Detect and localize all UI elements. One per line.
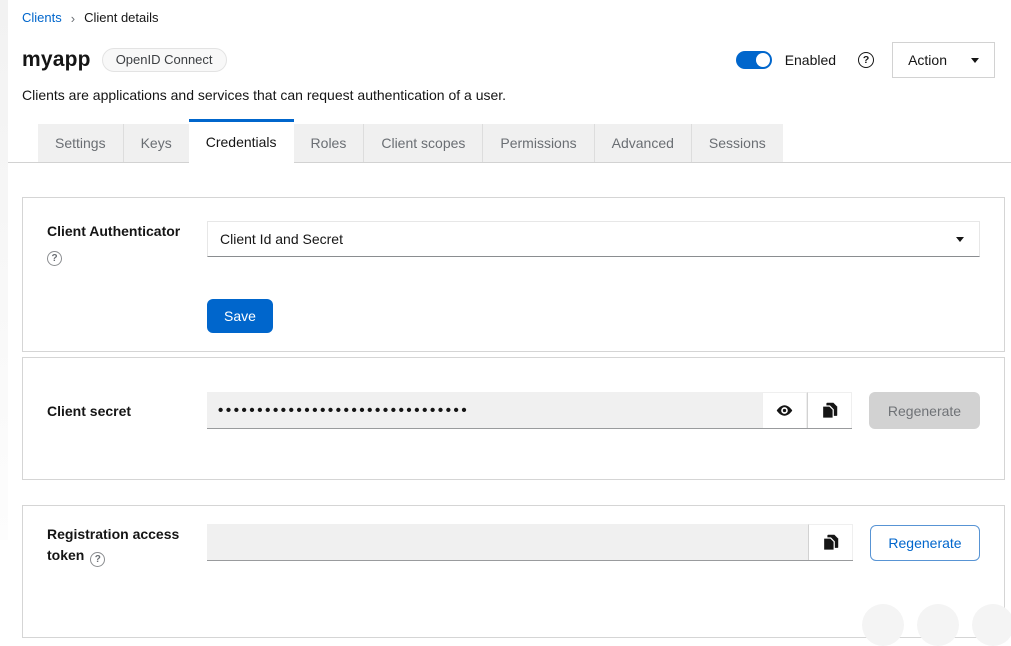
decorative-circle: [917, 604, 959, 646]
client-authenticator-field: Client Id and Secret: [207, 221, 980, 257]
regenerate-secret-button[interactable]: Regenerate: [869, 392, 980, 429]
client-authenticator-select[interactable]: Client Id and Secret: [207, 221, 980, 257]
enabled-toggle[interactable]: [736, 51, 772, 69]
decorative-circle: [972, 604, 1011, 646]
action-dropdown-button[interactable]: Action: [892, 42, 995, 78]
page-edge-shadow: [0, 0, 8, 540]
copy-secret-button[interactable]: [807, 392, 852, 428]
tab-permissions[interactable]: Permissions: [483, 124, 594, 162]
client-secret-label-col: Client secret: [47, 392, 207, 422]
registration-token-label: Registration access token: [47, 526, 179, 563]
breadcrumb-current: Client details: [84, 10, 158, 25]
tab-advanced[interactable]: Advanced: [595, 124, 692, 162]
toggle-knob: [756, 53, 770, 67]
client-secret-input-group: ••••••••••••••••••••••••••••••••: [207, 392, 852, 429]
title-row: myapp OpenID Connect Enabled ? Action: [22, 42, 995, 78]
caret-down-icon: [956, 237, 964, 242]
caret-down-icon: [971, 58, 979, 63]
enabled-label: Enabled: [785, 52, 836, 68]
client-secret-card: Client secret ••••••••••••••••••••••••••…: [22, 357, 1005, 480]
breadcrumb: Clients › Client details: [22, 10, 995, 25]
header-controls: Enabled ? Action: [736, 42, 995, 78]
help-icon[interactable]: ?: [90, 552, 105, 567]
tab-roles[interactable]: Roles: [294, 124, 365, 162]
client-authenticator-card: Client Authenticator ? Client Id and Sec…: [22, 197, 1005, 352]
client-secret-row: Client secret ••••••••••••••••••••••••••…: [47, 392, 980, 429]
tab-bar: Settings Keys Credentials Roles Client s…: [0, 118, 1011, 163]
page-description: Clients are applications and services th…: [22, 87, 995, 103]
breadcrumb-clients-link[interactable]: Clients: [22, 10, 62, 25]
decorative-circle: [862, 604, 904, 646]
page-header: Clients › Client details myapp OpenID Co…: [0, 0, 1011, 103]
tab-sessions[interactable]: Sessions: [692, 124, 783, 162]
registration-token-label-col: Registration access token?: [47, 524, 207, 567]
copy-token-button[interactable]: [808, 524, 853, 560]
copy-icon: [822, 533, 839, 552]
regenerate-token-button[interactable]: Regenerate: [870, 525, 980, 561]
tab-content: Client Authenticator ? Client Id and Sec…: [0, 163, 1011, 638]
client-authenticator-row: Client Authenticator ? Client Id and Sec…: [47, 221, 980, 267]
client-authenticator-selected-value: Client Id and Secret: [220, 231, 343, 247]
page-title: myapp: [22, 48, 91, 72]
registration-token-field: Regenerate: [207, 524, 980, 561]
registration-token-row: Registration access token? Regenerate: [47, 524, 980, 567]
client-authenticator-label: Client Authenticator: [47, 221, 207, 242]
tab-settings[interactable]: Settings: [38, 124, 124, 162]
registration-token-input-group: [207, 524, 853, 561]
help-icon[interactable]: ?: [47, 251, 62, 266]
protocol-badge: OpenID Connect: [102, 48, 227, 72]
action-dropdown-label: Action: [908, 52, 947, 68]
client-secret-input[interactable]: ••••••••••••••••••••••••••••••••: [207, 392, 762, 428]
eye-icon: [775, 401, 794, 420]
copy-icon: [821, 401, 838, 420]
tab-keys[interactable]: Keys: [124, 124, 190, 162]
client-secret-label: Client secret: [47, 403, 131, 419]
help-icon[interactable]: ?: [858, 52, 874, 68]
show-secret-button[interactable]: [762, 392, 807, 428]
save-button[interactable]: Save: [207, 299, 273, 333]
registration-token-input[interactable]: [207, 524, 808, 560]
title-group: myapp OpenID Connect: [22, 48, 227, 72]
client-authenticator-label-col: Client Authenticator ?: [47, 221, 207, 267]
registration-token-card: Registration access token? Regenerate: [22, 505, 1005, 638]
client-secret-field: ••••••••••••••••••••••••••••••••: [207, 392, 980, 429]
tab-credentials[interactable]: Credentials: [189, 119, 294, 163]
breadcrumb-separator-icon: ›: [71, 11, 75, 25]
tab-client-scopes[interactable]: Client scopes: [364, 124, 483, 162]
